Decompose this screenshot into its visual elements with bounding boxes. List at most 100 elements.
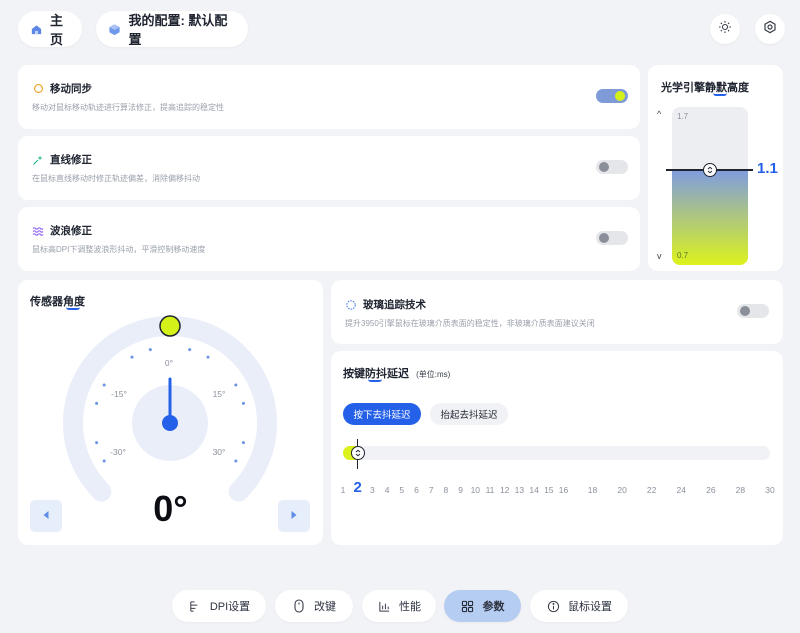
- debounce-tick-label: 16: [558, 485, 569, 495]
- debounce-tick-label: 6: [414, 485, 419, 495]
- tab-parameters[interactable]: 参数: [444, 590, 521, 622]
- debounce-tick-label: 1: [340, 485, 346, 495]
- lod-min-label: 0.7: [677, 251, 689, 260]
- dial-dot: [234, 459, 238, 463]
- line-correction-toggle[interactable]: [596, 160, 628, 174]
- dial-dot: [241, 441, 245, 445]
- debounce-tick-label: 5: [399, 485, 405, 495]
- tab-dpi-settings[interactable]: DPI设置: [172, 590, 266, 622]
- lod-up-arrow: ^: [657, 109, 662, 119]
- debounce-tick-label: 4: [384, 485, 390, 495]
- config-nav-button[interactable]: 我的配置: 默认配置: [96, 11, 248, 47]
- press-debounce-tab[interactable]: 按下去抖延迟: [343, 403, 421, 425]
- tab-label: 鼠标设置: [568, 601, 612, 613]
- lod-card: 光学引擎静默高度 ^ v 1.7 0.7 1.1: [648, 65, 783, 271]
- dial-dot: [234, 383, 238, 387]
- motion-sync-toggle[interactable]: [596, 89, 628, 103]
- home-nav-button[interactable]: 主页: [18, 11, 82, 47]
- debounce-slider-track[interactable]: [343, 446, 770, 460]
- glass-tracking-card: 玻璃追踪技术 提升3950引擎鼠标在玻璃介质表面的稳定性，非玻璃介质表面建议关闭: [331, 280, 783, 344]
- debounce-tick-label: 8: [443, 485, 449, 495]
- dial-hub: [162, 415, 178, 431]
- feature-title: 波浪修正: [50, 225, 92, 237]
- glass-tracking-icon: [345, 299, 357, 311]
- bar-chart-icon: [377, 599, 391, 613]
- gear-icon: [763, 20, 777, 39]
- debounce-tick-label: 18: [587, 485, 598, 495]
- dial-tick-label: 0°: [164, 358, 174, 368]
- dial-tick-label: 15°: [212, 389, 226, 399]
- debounce-tick-label: 11: [485, 485, 495, 495]
- debounce-tick-label: 3: [370, 485, 375, 495]
- wave-correction-toggle[interactable]: [596, 231, 628, 245]
- debounce-slider-handle[interactable]: [350, 446, 365, 460]
- angle-decrease-button[interactable]: [30, 500, 62, 532]
- release-debounce-tab[interactable]: 抬起去抖延迟: [430, 403, 508, 425]
- arrow-left-icon: [41, 507, 51, 525]
- glass-tracking-desc: 提升3950引擎鼠标在玻璃介质表面的稳定性，非玻璃介质表面建议关闭: [345, 319, 595, 328]
- dial-dot: [95, 441, 99, 445]
- dial-dot: [102, 459, 106, 463]
- debounce-tick-label: 12: [499, 485, 510, 495]
- dial-tick-label: -30°: [110, 447, 126, 457]
- sensor-angle-card: 传感器角度 0° -15° 15° -30° 30° 0°: [18, 280, 323, 545]
- lod-title: 光学引擎静默高度: [661, 82, 749, 96]
- debounce-tick-label: 7: [428, 485, 434, 495]
- dial-dot: [102, 383, 106, 387]
- tab-key-remap[interactable]: 改键: [275, 590, 353, 622]
- dial-dot: [188, 348, 192, 352]
- dial-dot: [241, 401, 245, 405]
- debounce-tick-label: 9: [458, 485, 463, 495]
- dial-tick-label: -15°: [111, 389, 127, 399]
- sync-circle-icon: [32, 83, 44, 95]
- debounce-unit: (单位:ms): [416, 370, 451, 379]
- feature-desc: 在鼠标直线移动时修正轨迹偏差，消除偏移抖动: [32, 174, 200, 183]
- dial-dot: [95, 401, 99, 405]
- dial-tick-label: 30°: [212, 447, 226, 457]
- tab-label: 参数: [482, 601, 505, 613]
- sun-icon: [718, 20, 732, 39]
- glass-tracking-toggle[interactable]: [737, 304, 769, 318]
- lod-down-arrow: v: [657, 251, 662, 261]
- debounce-tick-label: 13: [514, 485, 525, 495]
- debounce-tick-label: 10: [470, 485, 481, 495]
- debounce-value-label: 2: [353, 479, 362, 496]
- feature-title: 直线修正: [50, 154, 92, 166]
- debounce-tick-label: 15: [544, 485, 554, 495]
- home-icon: [30, 22, 43, 36]
- lod-value-label: 1.1: [757, 160, 778, 178]
- mouse-icon: [292, 599, 306, 613]
- tab-label: 性能: [399, 601, 421, 613]
- tab-mouse-settings[interactable]: 鼠标设置: [530, 590, 628, 622]
- dial-knob[interactable]: [159, 315, 181, 337]
- lod-max-label: 1.7: [677, 112, 689, 121]
- wave-icon: [32, 225, 44, 237]
- dial-dot: [130, 355, 134, 359]
- tab-label: 改键: [314, 601, 336, 613]
- home-label: 主页: [50, 13, 64, 47]
- grid-icon: [461, 599, 475, 613]
- dial-dot: [148, 348, 152, 352]
- feature-title: 移动同步: [50, 83, 92, 95]
- arrow-right-icon: [289, 507, 299, 525]
- debounce-card: 按键防抖延迟 (单位:ms) 按下去抖延迟 抬起去抖延迟 12345678910…: [331, 351, 783, 545]
- dpi-sliders-icon: [188, 599, 202, 613]
- config-label: 我的配置: 默认配置: [128, 13, 228, 47]
- info-circle-icon: [546, 599, 560, 613]
- theme-button[interactable]: [710, 14, 740, 44]
- feature-card-motion-sync: 移动同步 移动对鼠标移动轨迹进行算法修正，提高追踪的稳定性: [18, 65, 640, 129]
- debounce-tick-label: 24: [676, 485, 686, 495]
- feature-card-line-correction: 直线修正 在鼠标直线移动时修正轨迹偏差，消除偏移抖动: [18, 136, 640, 200]
- angle-increase-button[interactable]: [278, 500, 310, 532]
- debounce-title: 按键防抖延迟 (单位:ms): [343, 368, 451, 382]
- sparkle-line-icon: [32, 154, 44, 166]
- settings-button[interactable]: [755, 14, 785, 44]
- debounce-tick-label: 30: [765, 485, 775, 495]
- tab-performance[interactable]: 性能: [362, 590, 436, 622]
- glass-tracking-title: 玻璃追踪技术: [363, 299, 426, 311]
- lod-slider-track[interactable]: [672, 107, 748, 265]
- debounce-tick-label: 26: [706, 485, 716, 495]
- cube-icon: [108, 22, 121, 36]
- feature-desc: 鼠标高DPI下调整波浪形抖动，平滑控制移动速度: [32, 245, 206, 254]
- tab-label: DPI设置: [209, 601, 251, 613]
